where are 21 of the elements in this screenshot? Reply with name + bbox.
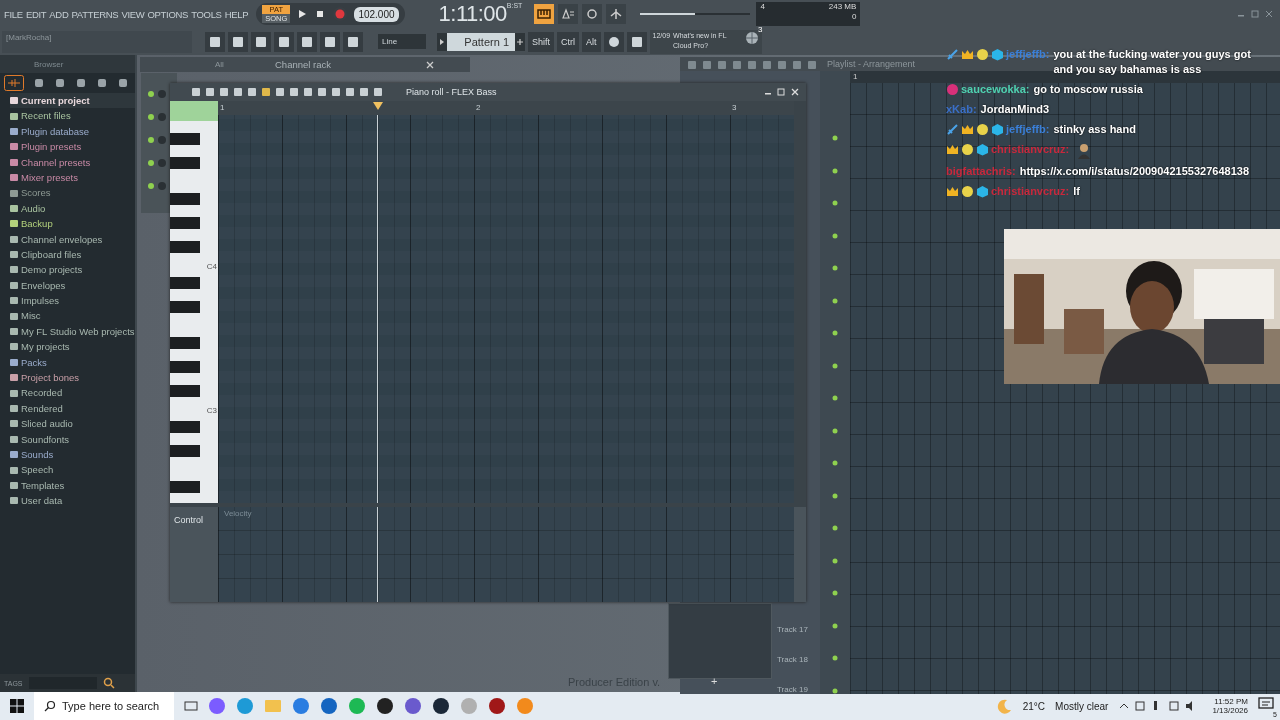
memory-usage: 243 MB [828,2,857,12]
chat-message-text: JordanMind3 [980,102,1049,117]
polyphony-count: 0 [851,12,857,22]
key-label: C4 [206,262,217,271]
control-target: Velocity [224,509,252,518]
bar-number: 1 [220,103,225,112]
chat-message-text: lf [1073,184,1080,199]
bar-number: 1 [853,72,858,81]
chat-message-text: https://x.com/i/status/2009042155327648138 [1019,164,1249,179]
chat-message-text: stinky ass hand [1053,122,1136,137]
piano-roll-title: Piano roll - FLEX Bass [406,87,497,97]
channel-rack-title: Channel rack [275,59,332,70]
cpu-cores: 4 [760,2,765,12]
key-label: C3 [206,406,217,415]
bar-number: 3 [732,103,737,112]
browser-title: Browser [34,59,64,69]
bar-number: 2 [476,103,481,112]
hint-text: [MarkRocha] [6,32,52,42]
chat-message-text: go to moscow russia [1033,82,1143,97]
song-time: 1:11:00 [438,1,507,27]
playlist-title: Playlist - Arrangement [827,59,916,69]
